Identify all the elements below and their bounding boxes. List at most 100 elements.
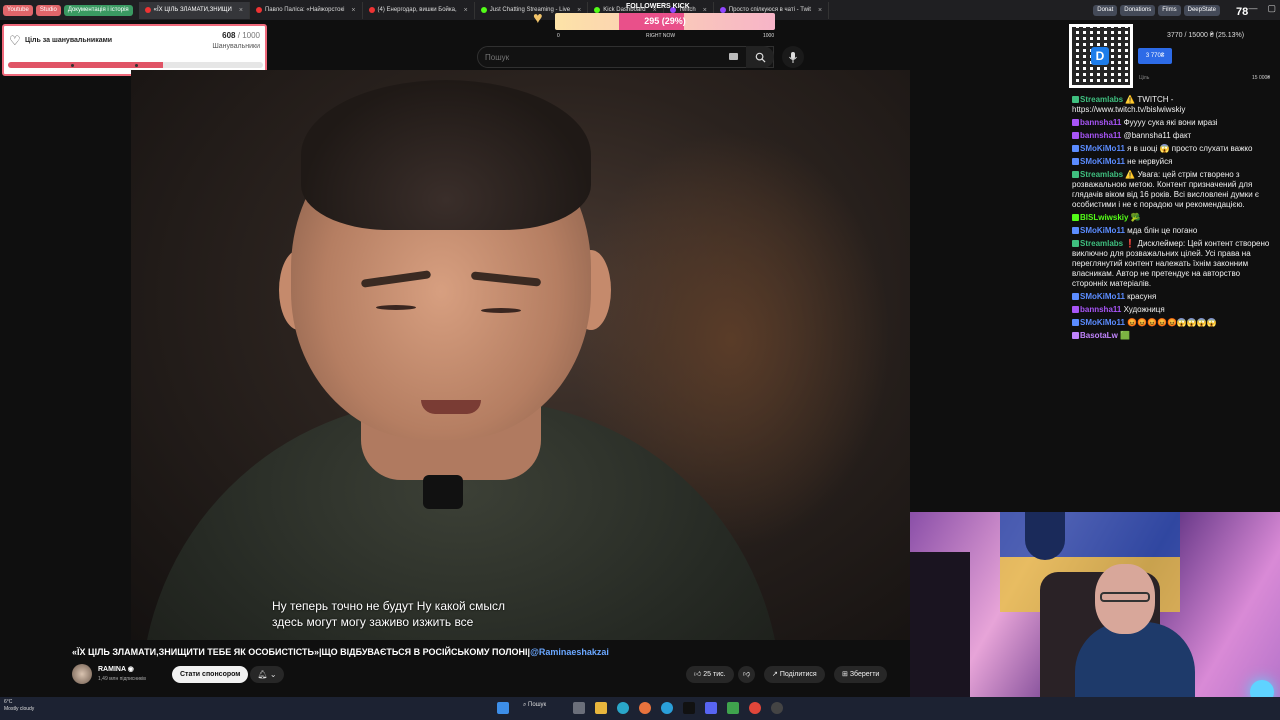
- telegram-icon[interactable]: [661, 702, 673, 714]
- bookmark-right-0[interactable]: Donat: [1093, 4, 1118, 16]
- browser-tab[interactable]: Павло Паліса: «Найжорстокі ×: [250, 1, 363, 19]
- dislike-button[interactable]: 👎︎: [738, 666, 756, 683]
- chat-username[interactable]: Streamlabs: [1080, 95, 1123, 104]
- chat-username[interactable]: SMoKiMo11: [1080, 226, 1125, 235]
- weather-condition: Mostly cloudy: [4, 706, 35, 712]
- bookmark-right-1[interactable]: Donations: [1120, 4, 1156, 16]
- platform-badge-icon: [1072, 119, 1079, 126]
- goal-current: 608: [222, 31, 236, 40]
- chat-username[interactable]: BasotaLw: [1080, 331, 1118, 340]
- right-bookmarks: Donat Donations Films DeepState: [1090, 4, 1220, 16]
- like-count: 25 тис.: [703, 671, 726, 678]
- app-icon[interactable]: [683, 702, 695, 714]
- taskbar-search[interactable]: ⌕ Пошук: [523, 702, 546, 709]
- tab-label: (4) Енергодар, вишки Бойка,: [377, 6, 457, 13]
- glasses-icon: [1100, 592, 1150, 602]
- chat-text: Фуууу сука які вони мразі: [1121, 118, 1218, 127]
- chat-text: Художниця: [1121, 305, 1165, 314]
- chat-username[interactable]: SMoKiMo11: [1080, 144, 1125, 153]
- platform-badge-icon: [1072, 240, 1079, 247]
- voice-search-button[interactable]: [782, 46, 804, 68]
- chat-message: SMoKiMo11 красуня: [1072, 292, 1277, 302]
- task-view-icon[interactable]: [573, 702, 585, 714]
- chat-message: Streamlabs ❗ Дисклеймер: Цей контент ств…: [1072, 239, 1277, 289]
- hanging-hoodie: [910, 552, 970, 720]
- window-controls: — ▢: [1248, 3, 1276, 14]
- donation-amount-button[interactable]: 3 770₴: [1138, 48, 1172, 64]
- lavalier-mic: [423, 475, 463, 509]
- favicon-icon: [144, 7, 151, 13]
- donation-goal-total: 15 000₴: [1252, 75, 1271, 81]
- search-input[interactable]: [478, 47, 718, 68]
- chat-username[interactable]: Streamlabs: [1080, 239, 1123, 248]
- platform-badge-icon: [1072, 227, 1079, 234]
- chat-username[interactable]: bannsha11: [1080, 118, 1121, 127]
- bookmark-right-3[interactable]: DeepState: [1183, 4, 1220, 16]
- save-button[interactable]: ⊞ Зберегти: [834, 666, 888, 683]
- file-explorer-icon[interactable]: [595, 702, 607, 714]
- notifications-button[interactable]: 🔔︎ ⌄: [250, 666, 284, 683]
- chat-username[interactable]: SMoKiMo11: [1080, 318, 1125, 327]
- favicon-icon: [368, 7, 375, 13]
- weather-widget[interactable]: 6°C Mostly cloudy: [4, 699, 34, 713]
- platform-badge-icon: [1072, 319, 1079, 326]
- video-title-text: «ЇХ ЦІЛЬ ЗЛАМАТИ,ЗНИЩИТИ ТЕБЕ ЯК ОСОБИСТ…: [72, 647, 531, 657]
- chat-username[interactable]: SMoKiMo11: [1080, 157, 1125, 166]
- windows-start-icon[interactable]: [497, 702, 509, 714]
- platform-badge-icon: [1072, 158, 1079, 165]
- chat-message: SMoKiMo11 я в шоці 😱 просто слухати важк…: [1072, 144, 1277, 154]
- chat-text: красуня: [1124, 292, 1157, 301]
- channel-name-text: RAMINA: [98, 666, 126, 673]
- share-label: Поділитися: [779, 671, 817, 678]
- save-label: Зберегти: [849, 671, 880, 678]
- maximize-icon[interactable]: ▢: [1267, 3, 1276, 14]
- video-figure-mouth: [421, 400, 481, 414]
- search-icon: ⌕: [523, 702, 527, 708]
- minimize-icon[interactable]: —: [1248, 3, 1257, 14]
- heart-icon: ♥: [533, 10, 543, 27]
- app-icon[interactable]: [727, 702, 739, 714]
- chat-username[interactable]: bannsha11: [1080, 131, 1121, 140]
- chat-message: BasotaLw 🟩: [1072, 331, 1277, 341]
- discord-icon[interactable]: [705, 702, 717, 714]
- bookmark-1[interactable]: Studio: [35, 4, 61, 16]
- chat-message: BISLwiwskiy 🥦: [1072, 213, 1277, 223]
- search-button[interactable]: [746, 46, 774, 68]
- close-icon[interactable]: ×: [818, 2, 822, 19]
- bookmark-0[interactable]: Youtube: [3, 4, 33, 16]
- search-icon: [755, 52, 766, 63]
- obs-icon[interactable]: [771, 702, 783, 714]
- tab-label: Павло Паліса: «Найжорстокі: [264, 6, 345, 13]
- keyboard-icon[interactable]: [729, 53, 738, 60]
- heart-icon: ♡: [9, 33, 21, 48]
- chrome-icon[interactable]: [749, 702, 761, 714]
- chat-username[interactable]: SMoKiMo11: [1080, 292, 1125, 301]
- firefox-icon[interactable]: [639, 702, 651, 714]
- close-icon[interactable]: ×: [464, 2, 468, 19]
- browser-tab[interactable]: (4) Енергодар, вишки Бойка, ×: [363, 1, 475, 19]
- weather-temperature: 6°C: [4, 699, 13, 705]
- thumbs-up-icon: 👍︎: [694, 671, 702, 678]
- subscriber-count: 1,49 млн підписників: [98, 676, 146, 682]
- like-button[interactable]: 👍︎ 25 тис.: [686, 666, 734, 683]
- goal-marker: [71, 64, 74, 67]
- channel-name[interactable]: RAMINA ◉: [98, 665, 134, 673]
- browser-tab[interactable]: «ЇХ ЦІЛЬ ЗЛАМАТИ,ЗНИЩИ ×: [138, 1, 250, 19]
- viewer-count: 78: [1236, 6, 1249, 18]
- chat-username[interactable]: BISLwiwskiy: [1080, 213, 1128, 222]
- share-button[interactable]: ↗ Поділитися: [764, 666, 825, 683]
- chat-username[interactable]: bannsha11: [1080, 305, 1121, 314]
- close-icon[interactable]: ×: [351, 2, 355, 19]
- chat-username[interactable]: Streamlabs: [1080, 170, 1123, 179]
- video-title-tag[interactable]: @Raminaeshakzai: [530, 647, 609, 657]
- sponsor-button[interactable]: Стати спонсором: [172, 666, 249, 683]
- share-icon: ↗: [772, 671, 778, 678]
- close-icon[interactable]: ×: [239, 2, 243, 19]
- bookmark-right-2[interactable]: Films: [1158, 4, 1181, 16]
- donation-progress-text: 3770 / 15000 ₴ (25.13%): [1167, 32, 1245, 39]
- kick-widget-title: FOLLOWERS KICK: [626, 3, 690, 10]
- channel-avatar[interactable]: [72, 664, 92, 684]
- bookmark-2[interactable]: Документація і історія: [63, 4, 133, 16]
- edge-icon[interactable]: [617, 702, 629, 714]
- video-player[interactable]: [131, 70, 910, 640]
